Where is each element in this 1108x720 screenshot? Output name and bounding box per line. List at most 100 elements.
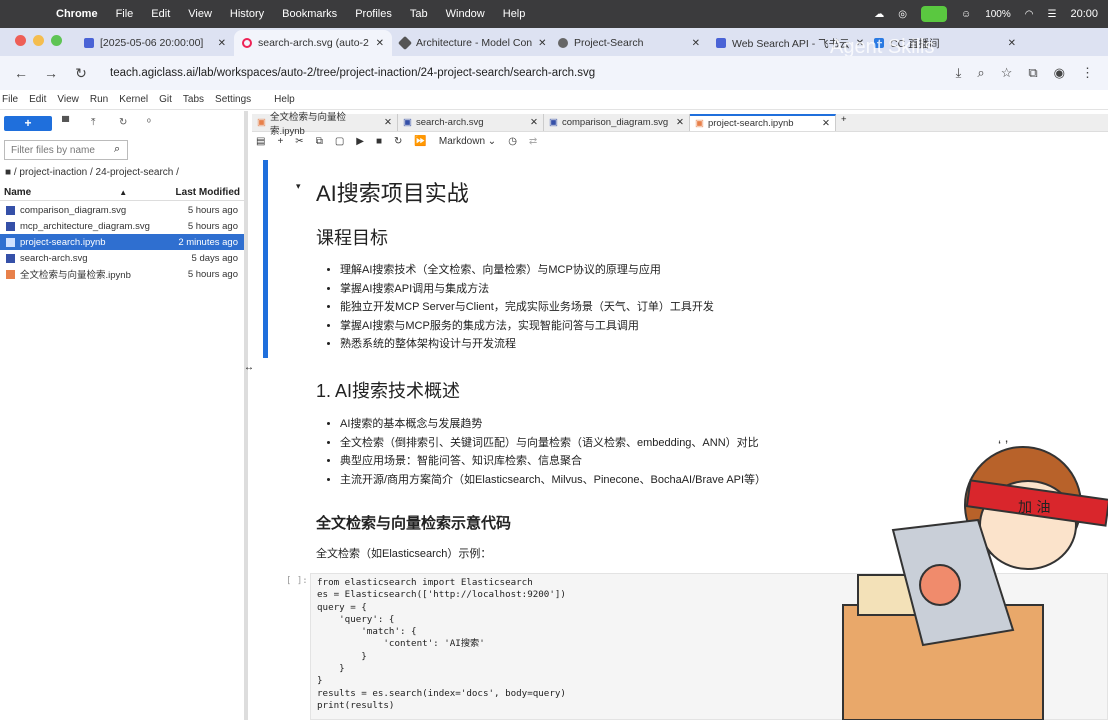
new-folder-icon[interactable]: ▀ xyxy=(62,117,69,128)
close-window-button[interactable] xyxy=(15,35,26,46)
zoom-icon[interactable]: ⌕ xyxy=(977,65,984,81)
menu-profiles[interactable]: Profiles xyxy=(355,8,392,20)
breadcrumb: ■ / project-inaction / 24-project-search… xyxy=(5,167,179,178)
macos-menubar: Chrome File Edit View History Bookmarks … xyxy=(0,0,1108,28)
close-tab-icon[interactable]: ✕ xyxy=(218,38,226,49)
breadcrumb-path[interactable]: / project-inaction / 24-project-search / xyxy=(14,167,179,178)
close-tab-icon[interactable]: ✕ xyxy=(376,38,384,49)
jmenu-git[interactable]: Git xyxy=(159,94,172,105)
cut-icon[interactable]: ✂ xyxy=(295,136,303,147)
close-tab-icon[interactable]: ✕ xyxy=(538,38,546,49)
menu-history[interactable]: History xyxy=(230,8,264,20)
close-tab-icon[interactable]: ✕ xyxy=(530,117,538,128)
notebook-tab[interactable]: ▣ comparison_diagram.svg ✕ xyxy=(544,114,690,131)
zoom-window-button[interactable] xyxy=(51,35,62,46)
close-tab-icon[interactable]: ✕ xyxy=(692,38,700,49)
list-item: 全文检索（倒排索引、关键词匹配）与向量检索（语义检索、embedding、ANN… xyxy=(340,434,766,453)
menu-bookmarks[interactable]: Bookmarks xyxy=(282,8,337,20)
upload-icon[interactable]: ⤒ xyxy=(91,117,95,128)
emoji-icon[interactable]: ☺ xyxy=(961,9,971,20)
file-modified: 5 hours ago xyxy=(187,204,238,216)
active-cell-indicator xyxy=(263,160,268,358)
folder-icon[interactable]: ■ xyxy=(5,167,14,178)
run-all-icon[interactable]: ⏩ xyxy=(414,136,426,147)
sort-icon[interactable]: ▲ xyxy=(119,188,127,197)
insert-cell-icon[interactable]: + xyxy=(277,136,283,147)
run-icon[interactable]: ▶ xyxy=(356,136,364,147)
collapse-caret-icon[interactable]: ▾ xyxy=(296,181,301,192)
paste-icon[interactable]: ▢ xyxy=(335,136,344,147)
column-name[interactable]: Name xyxy=(4,187,31,198)
control-center-icon[interactable]: ☰ xyxy=(1048,9,1057,20)
close-tab-icon[interactable]: ✕ xyxy=(1008,38,1016,49)
notebook-tab[interactable]: ▣ 全文检索与向量检索.ipynb ✕ xyxy=(252,112,398,137)
browser-tab[interactable]: [2025-05-06 20:00:00] ✕ xyxy=(76,30,234,56)
wifi-icon[interactable]: ◠ xyxy=(1025,9,1034,20)
notebook-tab[interactable]: ▣ search-arch.svg ✕ xyxy=(398,114,544,131)
stop-icon[interactable]: ■ xyxy=(376,136,382,147)
file-row[interactable]: comparison_diagram.svg 5 hours ago xyxy=(0,202,244,218)
filter-files-input[interactable]: Filter files by name xyxy=(4,140,128,160)
refresh-icon[interactable]: ↻ xyxy=(119,117,127,128)
jmenu-tabs[interactable]: Tabs xyxy=(183,94,204,105)
download-icon[interactable]: ⤓ xyxy=(956,65,962,81)
section-heading: 1. AI搜索技术概述 xyxy=(316,381,461,401)
jmenu-view[interactable]: View xyxy=(57,94,79,105)
browser-tab[interactable]: Project-Search ✕ xyxy=(550,30,708,56)
git-diff-icon[interactable]: ⇄ xyxy=(529,136,537,147)
close-tab-icon[interactable]: ✕ xyxy=(676,117,684,128)
camera-icon[interactable] xyxy=(920,6,947,22)
notebook-title: AI搜索项目实战 xyxy=(316,181,469,206)
menu-help[interactable]: Help xyxy=(503,8,526,20)
menu-app-name[interactable]: Chrome xyxy=(56,8,98,20)
jmenu-edit[interactable]: Edit xyxy=(29,94,46,105)
close-tab-icon[interactable]: ✕ xyxy=(384,117,392,128)
resize-handle-icon[interactable]: ↔ xyxy=(244,362,254,373)
reload-icon[interactable]: ↻ xyxy=(72,65,90,82)
browser-tab[interactable]: Architecture - Model Con ✕ xyxy=(392,30,550,56)
cell-type-value: Markdown xyxy=(438,135,486,147)
copy-icon[interactable]: ⧉ xyxy=(316,136,323,147)
menu-tab[interactable]: Tab xyxy=(410,8,428,20)
git-clone-icon[interactable]: ᵒ xyxy=(147,117,151,128)
jmenu-kernel[interactable]: Kernel xyxy=(119,94,148,105)
file-row[interactable]: search-arch.svg 5 days ago xyxy=(0,250,244,266)
globe-icon[interactable]: ◎ xyxy=(898,9,907,20)
history-icon[interactable]: ◷ xyxy=(508,136,517,147)
restart-icon[interactable]: ↻ xyxy=(394,136,402,147)
add-tab-button[interactable]: + xyxy=(836,114,852,131)
file-row-selected[interactable]: project-search.ipynb 2 minutes ago xyxy=(0,234,244,250)
browser-tab-active[interactable]: search-arch.svg (auto-2 ✕ xyxy=(234,30,392,56)
jmenu-help[interactable]: Help xyxy=(274,94,295,105)
new-launcher-button[interactable]: + xyxy=(4,116,52,131)
file-list-header: Name ▲ Last Modified xyxy=(0,185,244,201)
jmenu-run[interactable]: Run xyxy=(90,94,108,105)
more-menu-icon[interactable]: ⋮ xyxy=(1081,65,1094,81)
profile-avatar[interactable]: ◉ xyxy=(1054,65,1065,81)
battery-label: 100% xyxy=(985,8,1011,20)
cell-type-select[interactable]: Markdown ⌄ xyxy=(439,136,496,147)
menu-view[interactable]: View xyxy=(188,8,212,20)
notebook-file-icon xyxy=(6,237,15,247)
save-icon[interactable]: ▤ xyxy=(256,136,265,147)
minimize-window-button[interactable] xyxy=(33,35,44,46)
forward-icon[interactable]: → xyxy=(42,65,60,81)
globe-icon xyxy=(558,38,568,48)
back-icon[interactable]: ← xyxy=(12,65,30,81)
jmenu-settings[interactable]: Settings xyxy=(215,94,251,105)
svg-file-icon xyxy=(6,221,15,231)
jmenu-file[interactable]: File xyxy=(2,94,18,105)
docker-icon[interactable]: ☁ xyxy=(874,9,884,20)
bookmark-star-icon[interactable]: ☆ xyxy=(1001,65,1013,81)
menu-file[interactable]: File xyxy=(116,8,134,20)
tab-label: search-arch.svg (auto-2 xyxy=(258,37,369,49)
notebook-tab-active[interactable]: ▣ project-search.ipynb ✕ xyxy=(690,114,836,131)
file-row[interactable]: mcp_architecture_diagram.svg 5 hours ago xyxy=(0,218,244,234)
url-field[interactable]: teach.agiclass.ai/lab/workspaces/auto-2/… xyxy=(110,67,595,79)
menu-edit[interactable]: Edit xyxy=(151,8,170,20)
menu-window[interactable]: Window xyxy=(446,8,485,20)
file-row[interactable]: 全文检索与向量检索.ipynb 5 hours ago xyxy=(0,266,244,282)
extensions-icon[interactable]: ⧉ xyxy=(1028,65,1037,81)
column-last-modified[interactable]: Last Modified xyxy=(176,187,240,198)
close-tab-icon[interactable]: ✕ xyxy=(822,118,830,129)
